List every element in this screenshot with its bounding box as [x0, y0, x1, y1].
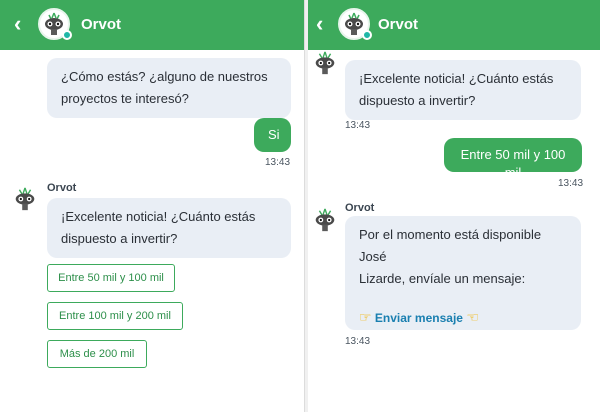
chat-title: Orvot — [378, 16, 419, 33]
chat-panel-left: ‹ Orvot ¿Cómo estás? ¿alguno de nuestros… — [0, 0, 305, 412]
online-status-dot — [62, 30, 72, 40]
chevron-left-icon[interactable]: ‹ — [14, 11, 21, 37]
message-time: 13:43 — [265, 157, 291, 168]
option-button[interactable]: Entre 50 mil y 100 mil — [47, 264, 175, 292]
bot-avatar — [312, 207, 338, 233]
sender-name: Orvot — [345, 202, 375, 214]
message-time: 13:43 — [345, 120, 371, 131]
user-message: Si — [254, 118, 291, 152]
user-message: Entre 50 mil y 100 mil — [444, 138, 582, 180]
send-message-link[interactable]: ☞ Enviar mensaje ☜ — [359, 306, 567, 329]
online-status-dot — [362, 30, 372, 40]
pointing-right-hand-icon: ☞ — [359, 309, 372, 325]
bot-message: ¡Excelente noticia! ¿Cuánto estás dispue… — [47, 198, 291, 258]
message-time: 13:43 — [558, 178, 584, 189]
message-time: 13:43 — [345, 336, 371, 347]
bot-avatar — [12, 186, 38, 212]
sender-name: Orvot — [47, 182, 77, 194]
option-button[interactable]: Entre 100 mil y 200 mil — [47, 302, 183, 330]
bot-avatar — [312, 50, 338, 76]
bot-message: Por el momento está disponible José Liza… — [345, 216, 581, 330]
bot-message: ¡Excelente noticia! ¿Cuánto estás dispue… — [345, 60, 581, 120]
pointing-left-hand-icon: ☜ — [466, 309, 479, 325]
bot-message: ¿Cómo estás? ¿alguno de nuestros proyect… — [47, 58, 291, 118]
chat-header: ‹ Orvot — [308, 0, 600, 50]
option-button[interactable]: Más de 200 mil — [47, 340, 147, 368]
chat-panel-right: ‹ Orvot ¡Excelente noticia! ¿Cuánto está… — [308, 0, 600, 412]
chat-header: ‹ Orvot — [0, 0, 305, 50]
chevron-left-icon[interactable]: ‹ — [316, 11, 323, 37]
chat-title: Orvot — [81, 16, 122, 33]
